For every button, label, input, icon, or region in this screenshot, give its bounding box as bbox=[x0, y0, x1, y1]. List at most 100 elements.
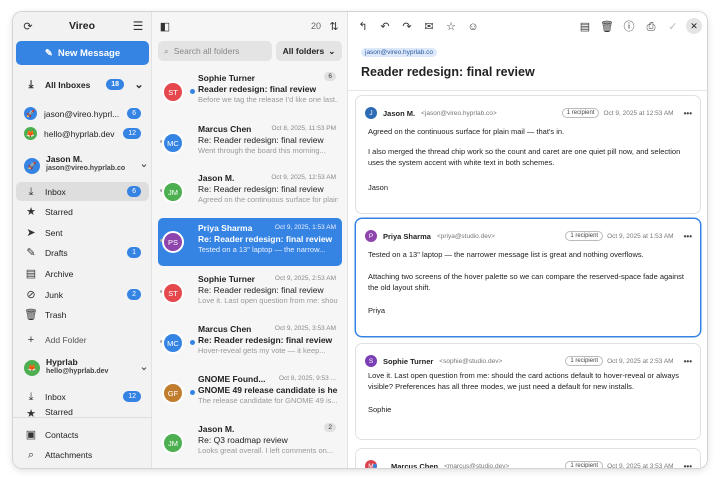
new-message-button[interactable]: ✎ New Message bbox=[16, 41, 149, 65]
message-card[interactable]: P Priya Sharma <priya@studio.dev> 1 recipie… bbox=[356, 219, 700, 336]
message-item[interactable]: PS Priya Sharma Oct 9, 2025, 1:53 AM Re: Re… bbox=[158, 218, 342, 266]
message-card-header: S Sophie Turner <sophie@studio.dev> 1 recip… bbox=[365, 354, 692, 368]
folder-starred[interactable]: ★ Starred bbox=[16, 202, 149, 221]
attachments-link[interactable]: ⌕ Attachments bbox=[16, 445, 149, 464]
message-body-paragraph: Love it. Last open question from me: sho… bbox=[368, 371, 680, 391]
message-card[interactable]: S Sophie Turner <sophie@studio.dev> 1 recip… bbox=[356, 344, 700, 439]
star-icon: ★ bbox=[26, 408, 36, 417]
recipients-chip[interactable]: 1 recipient bbox=[565, 356, 604, 366]
chevron-down-icon[interactable]: ⌄ bbox=[132, 78, 146, 92]
message-item[interactable]: ST Sophie Turner 6 Reader redesign: final r… bbox=[158, 68, 342, 116]
avatar: JM bbox=[162, 432, 184, 454]
recipients-chip[interactable]: 1 recipient bbox=[565, 461, 604, 468]
more-options-icon[interactable]: ••• bbox=[684, 357, 692, 366]
folder-archive[interactable]: ▤ Archive bbox=[16, 264, 149, 283]
folder-filter-dropdown[interactable]: All folders ⌄ bbox=[276, 41, 342, 61]
message-card[interactable]: J Jason M. <jason@vireo.hyprlab.co> 1 recip… bbox=[356, 96, 700, 213]
message-item[interactable]: MC Marcus Chen Oct 9, 2025, 3:53 AM Re: Rea… bbox=[158, 319, 342, 367]
contact-icon[interactable]: ☺ bbox=[466, 20, 480, 34]
account-row-jason[interactable]: 🚀 jason@vireo.hyprl... 6 bbox=[16, 104, 149, 123]
sender-name: Sophie Turner bbox=[383, 356, 434, 366]
message-sender: Marcus Chen bbox=[198, 324, 252, 334]
more-options-icon[interactable]: ••• bbox=[684, 109, 692, 118]
recipients-chip[interactable]: 1 recipient bbox=[565, 231, 604, 241]
folder-starred-hyprlab[interactable]: ★ Starred bbox=[16, 407, 149, 417]
junk-icon[interactable]: ⓘ bbox=[622, 20, 636, 34]
more-options-icon[interactable]: ••• bbox=[684, 462, 692, 469]
message-date: Oct 9, 2025, 2:53 AM bbox=[274, 275, 336, 282]
message-body-paragraph: Jason bbox=[368, 183, 389, 192]
thread-count-badge[interactable]: 2 bbox=[324, 423, 336, 432]
archive-icon: ▤ bbox=[25, 267, 37, 280]
message-subject: GNOME 49 release candidate is here bbox=[198, 385, 338, 395]
divider bbox=[13, 417, 152, 418]
account-header-jason[interactable]: 🚀 Jason M. jason@vireo.hyprlab.co ⌄ bbox=[24, 152, 149, 178]
sidebar-toggle-icon[interactable]: ◧ bbox=[158, 20, 172, 34]
folder-sent[interactable]: ➤ Sent bbox=[16, 223, 149, 242]
print-icon[interactable]: ⎙ bbox=[644, 20, 658, 34]
divider bbox=[348, 90, 707, 91]
reader-pane: ↰ ↶ ↷ ✉ ☆ ☺ ▤ 🗑 ⓘ ⎙ ✓ ✕ jason@vireo.hypr… bbox=[348, 12, 707, 468]
message-date: Oct 8, 2025, 11:53 PM bbox=[271, 125, 336, 132]
folder-trash[interactable]: 🗑 Trash bbox=[16, 305, 149, 324]
archive-icon[interactable]: ▤ bbox=[578, 20, 592, 34]
thread-subject: Reader redesign: final review bbox=[361, 65, 535, 79]
message-card[interactable]: M Marcus Chen <marcus@studio.dev> 1 recipie… bbox=[356, 449, 700, 468]
search-input[interactable]: ⌕ Search all folders bbox=[158, 41, 272, 61]
junk-icon: ⊘ bbox=[26, 288, 36, 301]
avatar: P bbox=[365, 230, 377, 242]
folder-inbox[interactable]: ⤓ Inbox 6 bbox=[16, 182, 149, 201]
star-icon[interactable]: ☆ bbox=[444, 20, 458, 34]
account-row-hello[interactable]: 🦊 hello@hyprlab.dev 12 bbox=[16, 124, 149, 143]
add-folder-button[interactable]: + Add Folder bbox=[16, 330, 149, 349]
message-card-header: J Jason M. <jason@vireo.hyprlab.co> 1 recip… bbox=[365, 106, 692, 120]
message-item[interactable]: ST Sophie Turner Oct 9, 2025, 2:53 AM Re: R… bbox=[158, 269, 342, 317]
message-item[interactable]: JM Jason M. 2 Re: Q3 roadmap review Looks gr… bbox=[158, 419, 342, 467]
message-sender: Jason M. bbox=[198, 173, 235, 183]
chevron-down-icon[interactable]: ⌄ bbox=[137, 157, 151, 171]
message-sender: Jason M. bbox=[198, 424, 235, 434]
message-list: ◧ 20 ⇅ ⌕ Search all folders All folders ⌄ … bbox=[152, 12, 348, 468]
message-date: Oct 9, 2025 at 1:53 AM bbox=[607, 232, 674, 240]
account-name: Hyprlab bbox=[46, 357, 78, 367]
sender-email: <priya@studio.dev> bbox=[436, 232, 495, 240]
sender-name: Marcus Chen bbox=[391, 461, 439, 469]
avatar: PS bbox=[162, 231, 184, 253]
message-subject: Re: Reader redesign: final review bbox=[198, 184, 324, 194]
thread-count-badge[interactable]: 6 bbox=[324, 72, 336, 81]
unread-dot bbox=[190, 390, 195, 395]
message-date: Oct 8, 2025, 9:53 ... bbox=[278, 375, 336, 382]
account-avatar: 🦊 bbox=[24, 360, 40, 376]
check-icon[interactable]: ✓ bbox=[666, 20, 680, 34]
forward-icon[interactable]: ↷ bbox=[400, 20, 414, 34]
sort-icon[interactable]: ⇅ bbox=[327, 20, 341, 34]
message-subject: Re: Q3 roadmap review bbox=[198, 435, 288, 445]
message-item[interactable]: GF GNOME Found... Oct 8, 2025, 9:53 ... GNO… bbox=[158, 369, 342, 417]
reply-all-icon[interactable]: ↶ bbox=[378, 20, 392, 34]
account-name: Jason M. bbox=[46, 154, 83, 164]
folder-inbox-hyprlab[interactable]: ⤓ Inbox 12 bbox=[16, 387, 149, 406]
inbox-icon: ⤓ bbox=[28, 390, 34, 403]
message-preview: Love it. Last open question from me: sho… bbox=[198, 296, 338, 305]
folder-drafts[interactable]: ✎ Drafts 1 bbox=[16, 243, 149, 262]
all-inboxes[interactable]: ⤓ All Inboxes 18 ⌄ bbox=[16, 75, 149, 94]
folder-junk[interactable]: ⊘ Junk 2 bbox=[16, 285, 149, 304]
recipients-chip[interactable]: 1 recipient bbox=[561, 108, 600, 118]
contacts-link[interactable]: ▣ Contacts bbox=[16, 425, 149, 444]
message-body-paragraph: Attaching two screens of the hover palet… bbox=[368, 272, 685, 292]
menu-icon[interactable]: ☰ bbox=[131, 19, 145, 33]
chevron-down-icon[interactable]: ⌄ bbox=[137, 360, 151, 374]
trash-icon[interactable]: 🗑 bbox=[600, 20, 614, 34]
message-sender: Priya Sharma bbox=[198, 223, 253, 233]
more-options-icon[interactable]: ••• bbox=[684, 232, 692, 241]
account-header-hyprlab[interactable]: 🦊 Hyprlab hello@hyprlab.dev ⌄ bbox=[24, 355, 149, 381]
message-item[interactable]: MC Marcus Chen Oct 8, 2025, 11:53 PM Re: Re… bbox=[158, 119, 342, 167]
reply-icon[interactable]: ↰ bbox=[356, 20, 370, 34]
contacts-icon: ▣ bbox=[25, 428, 37, 441]
account-email: hello@hyprlab.dev bbox=[46, 368, 109, 375]
close-icon[interactable]: ✕ bbox=[686, 18, 702, 34]
message-item[interactable]: JM Jason M. Oct 9, 2025, 12:53 AM Re: Reade… bbox=[158, 168, 342, 216]
message-sender: Marcus Chen bbox=[198, 124, 252, 134]
app-window: ⟳ Vireo ☰ ✎ New Message ⤓ All Inboxes 18 ⌄ 🚀… bbox=[13, 12, 707, 468]
mark-read-icon[interactable]: ✉ bbox=[422, 20, 436, 34]
